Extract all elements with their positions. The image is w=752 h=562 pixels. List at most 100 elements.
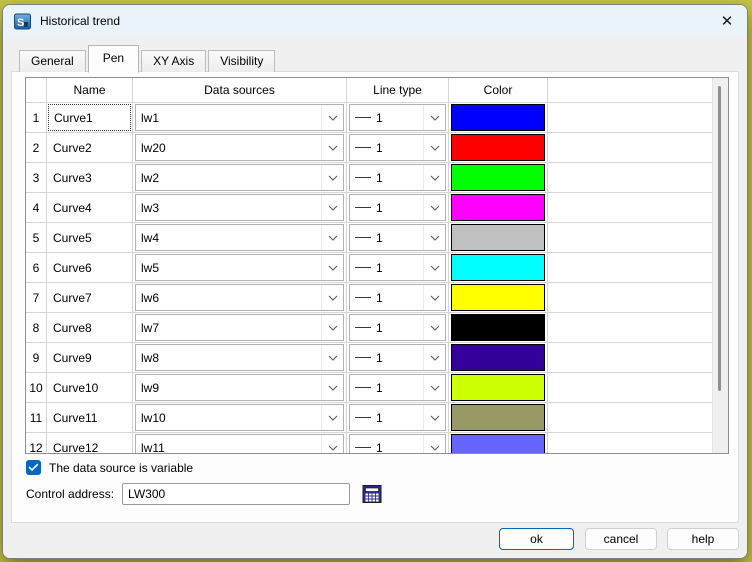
color-swatch[interactable] xyxy=(451,314,545,341)
control-address-input[interactable] xyxy=(122,483,351,505)
data-source-value: lw6 xyxy=(141,290,160,305)
line-type-combobox[interactable]: 1 xyxy=(349,314,446,341)
color-swatch[interactable] xyxy=(451,164,545,191)
color-swatch[interactable] xyxy=(451,224,545,251)
curve-name-cell[interactable]: Curve12 xyxy=(47,433,133,453)
color-cell xyxy=(449,283,548,313)
header-color: Color xyxy=(449,78,548,103)
line-type-combobox[interactable]: 1 xyxy=(349,104,446,131)
line-type-combobox[interactable]: 1 xyxy=(349,164,446,191)
data-source-combobox[interactable]: lw2 xyxy=(135,164,344,191)
data-source-combobox[interactable]: lw7 xyxy=(135,314,344,341)
curve-name-cell[interactable]: Curve3 xyxy=(47,163,133,193)
data-source-value: lw3 xyxy=(141,200,160,215)
data-source-combobox[interactable]: lw4 xyxy=(135,224,344,251)
curve-name-cell[interactable]: Curve4 xyxy=(47,193,133,223)
line-type-combobox[interactable]: 1 xyxy=(349,224,446,251)
color-swatch[interactable] xyxy=(451,134,545,161)
data-source-combobox[interactable]: lw6 xyxy=(135,284,344,311)
chevron-down-icon xyxy=(321,285,343,310)
color-swatch[interactable] xyxy=(451,404,545,431)
address-keypad-button[interactable] xyxy=(361,483,383,505)
checkmark-icon xyxy=(28,463,39,471)
tab-visibility[interactable]: Visibility xyxy=(208,50,276,72)
row-number: 11 xyxy=(29,410,43,425)
line-type-combobox[interactable]: 1 xyxy=(349,284,446,311)
tab-xy-axis[interactable]: XY Axis xyxy=(141,50,207,72)
row-number: 10 xyxy=(29,380,43,395)
close-button[interactable]: ✕ xyxy=(707,7,747,35)
curve-name: Curve5 xyxy=(53,230,92,245)
data-source-value: lw5 xyxy=(141,260,160,275)
color-swatch[interactable] xyxy=(451,374,545,401)
tab-pen[interactable]: Pen xyxy=(87,45,140,73)
color-swatch[interactable] xyxy=(451,284,545,311)
scrollbar-thumb[interactable] xyxy=(718,86,721,391)
curve-name-cell[interactable]: Curve10 xyxy=(47,373,133,403)
title-bar[interactable]: S Historical trend ✕ xyxy=(3,5,747,37)
line-type-combobox[interactable]: 1 xyxy=(349,344,446,371)
chevron-down-icon xyxy=(321,405,343,430)
curve-name-cell[interactable]: Curve9 xyxy=(47,343,133,373)
data-source-combobox[interactable]: lw10 xyxy=(135,404,344,431)
tab-general[interactable]: General xyxy=(19,50,86,72)
table-vertical-scrollbar[interactable] xyxy=(712,78,728,453)
filler-cell xyxy=(548,193,713,223)
cancel-button[interactable]: cancel xyxy=(585,528,657,550)
line-type-combobox[interactable]: 1 xyxy=(349,404,446,431)
curve-name-cell[interactable]: Curve6 xyxy=(47,253,133,283)
color-cell xyxy=(449,163,548,193)
data-source-combobox[interactable]: lw5 xyxy=(135,254,344,281)
curve-name-cell[interactable]: Curve8 xyxy=(47,313,133,343)
color-swatch[interactable] xyxy=(451,104,545,131)
curve-name-cell[interactable]: Curve7 xyxy=(47,283,133,313)
data-source-combobox[interactable]: lw20 xyxy=(135,134,344,161)
data-source-combobox[interactable]: lw8 xyxy=(135,344,344,371)
line-type-value: 1 xyxy=(376,230,383,245)
help-button[interactable]: help xyxy=(667,528,739,550)
data-source-combobox[interactable]: lw1 xyxy=(135,104,344,131)
filler-cell xyxy=(548,403,713,433)
filler-cell xyxy=(548,163,713,193)
line-style-sample xyxy=(355,116,371,119)
line-type-combobox[interactable]: 1 xyxy=(349,134,446,161)
line-type-combobox[interactable]: 1 xyxy=(349,254,446,281)
color-swatch[interactable] xyxy=(451,254,545,281)
line-type-combobox[interactable]: 1 xyxy=(349,434,446,453)
line-style-sample xyxy=(355,266,371,269)
control-address-row: Control address: xyxy=(26,483,383,505)
color-cell xyxy=(449,433,548,453)
color-swatch[interactable] xyxy=(451,194,545,221)
curve-name-cell[interactable]: Curve2 xyxy=(47,133,133,163)
line-type-combobox[interactable]: 1 xyxy=(349,194,446,221)
curve-name-cell[interactable]: Curve1 xyxy=(47,103,133,133)
data-source-cell: lw11 xyxy=(133,433,347,454)
curve-name-cell[interactable]: Curve11 xyxy=(47,403,133,433)
line-type-cell: 1 xyxy=(347,343,449,373)
variable-source-checkbox[interactable] xyxy=(26,460,41,475)
app-logo-icon: S xyxy=(14,13,31,29)
line-type-value: 1 xyxy=(376,260,383,275)
variable-source-label: The data source is variable xyxy=(49,460,194,475)
data-source-value: lw11 xyxy=(141,440,165,454)
data-source-combobox[interactable]: lw9 xyxy=(135,374,344,401)
data-source-combobox[interactable]: lw11 xyxy=(135,434,344,454)
tab-strip: General Pen XY Axis Visibility xyxy=(19,45,277,73)
line-type-value: 1 xyxy=(376,200,383,215)
color-swatch[interactable] xyxy=(451,434,545,453)
table-row: 8 Curve8 lw7 1 xyxy=(26,313,713,343)
filler-cell xyxy=(548,283,713,313)
color-cell xyxy=(449,193,548,223)
row-number-cell: 8 xyxy=(26,313,47,343)
data-source-value: lw4 xyxy=(141,230,160,245)
curve-name: Curve4 xyxy=(53,200,92,215)
ok-button[interactable]: ok xyxy=(499,528,574,550)
header-filler xyxy=(548,78,713,103)
line-type-value: 1 xyxy=(376,380,383,395)
curve-name-cell[interactable]: Curve5 xyxy=(47,223,133,253)
color-swatch[interactable] xyxy=(451,344,545,371)
line-type-value: 1 xyxy=(376,290,383,305)
line-type-combobox[interactable]: 1 xyxy=(349,374,446,401)
data-source-combobox[interactable]: lw3 xyxy=(135,194,344,221)
chevron-down-icon xyxy=(423,135,445,160)
